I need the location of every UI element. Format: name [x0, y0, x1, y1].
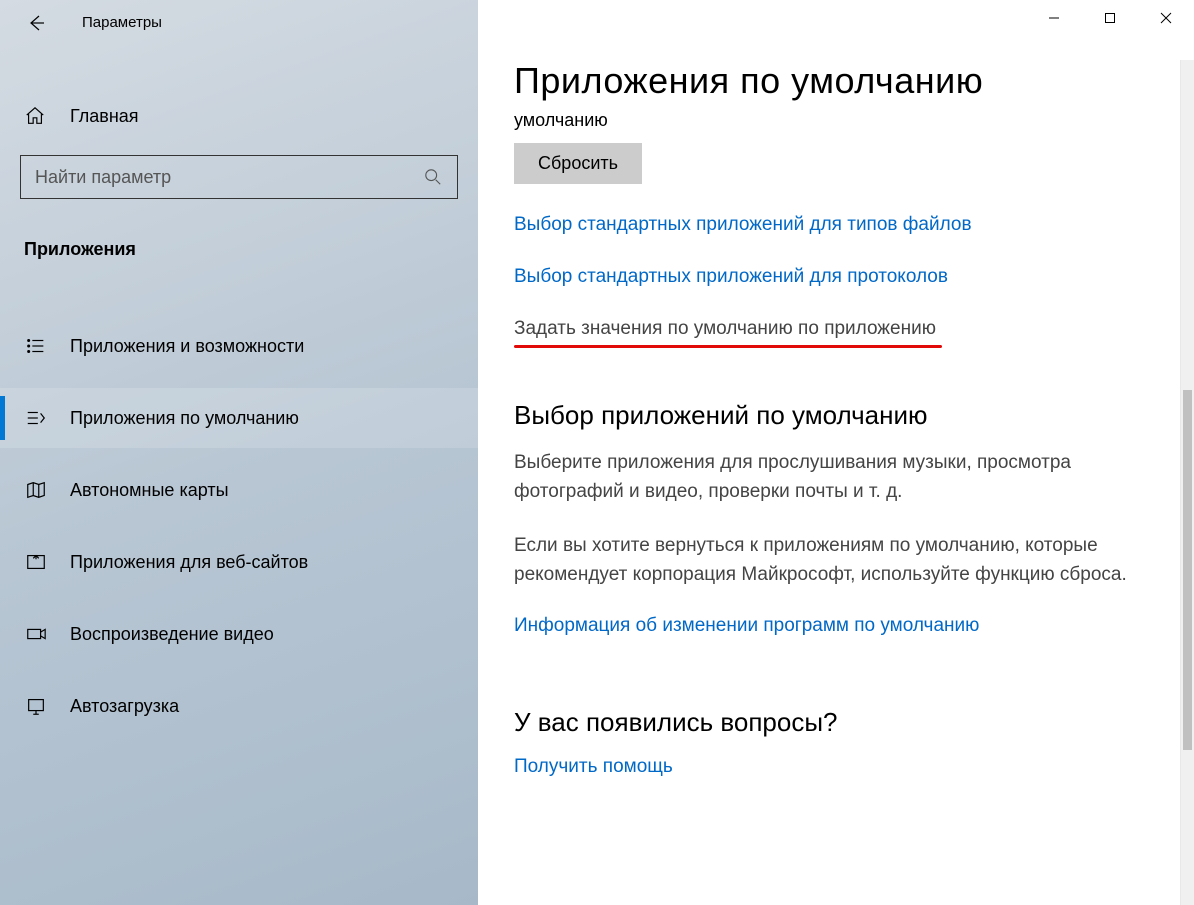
search-box[interactable]: [20, 155, 458, 199]
scrollbar-thumb[interactable]: [1183, 390, 1192, 750]
nav-item-web-apps[interactable]: Приложения для веб-сайтов: [0, 532, 478, 592]
nav-item-label: Приложения по умолчанию: [70, 408, 299, 429]
window-controls: [1026, 0, 1194, 36]
link-filetypes[interactable]: Выбор стандартных приложений для типов ф…: [514, 214, 972, 236]
link-by-app[interactable]: Задать значения по умолчанию по приложен…: [514, 318, 936, 339]
back-button[interactable]: [20, 7, 52, 39]
sidebar-header: Параметры: [0, 0, 478, 55]
close-button[interactable]: [1138, 0, 1194, 36]
nav-item-apps-features[interactable]: Приложения и возможности: [0, 316, 478, 376]
reset-button[interactable]: Сбросить: [514, 143, 642, 184]
content-area: Приложения по умолчанию умолчанию Сброси…: [478, 0, 1194, 905]
search-input[interactable]: [33, 166, 421, 189]
web-apps-icon: [24, 551, 48, 573]
home-icon: [24, 105, 48, 127]
section-questions-title: У вас появились вопросы?: [514, 707, 1164, 738]
nav-item-label: Автономные карты: [70, 480, 229, 501]
nav-item-default-apps[interactable]: Приложения по умолчанию: [0, 388, 478, 448]
header-title: Параметры: [82, 14, 162, 31]
nav-item-label: Воспроизведение видео: [70, 624, 274, 645]
link-info-changing[interactable]: Информация об изменении программ по умол…: [514, 615, 979, 637]
maximize-button[interactable]: [1082, 0, 1138, 36]
nav-item-label: Приложения для веб-сайтов: [70, 552, 308, 573]
sidebar: Параметры Главная Приложения: [0, 0, 478, 905]
nav-item-startup[interactable]: Автозагрузка: [0, 676, 478, 736]
link-get-help[interactable]: Получить помощь: [514, 756, 673, 778]
link-protocols[interactable]: Выбор стандартных приложений для протоко…: [514, 266, 948, 288]
search-icon: [421, 168, 445, 186]
annotation-underline: [514, 345, 942, 348]
fragment-text: умолчанию: [514, 110, 1164, 131]
nav-item-label: Автозагрузка: [70, 696, 179, 717]
settings-window: Параметры Главная Приложения: [0, 0, 1194, 905]
defaults-icon: [24, 407, 48, 429]
startup-icon: [24, 695, 48, 717]
section-choose-p2: Если вы хотите вернуться к приложениям п…: [514, 532, 1154, 589]
search-wrap: [20, 155, 458, 199]
video-icon: [24, 623, 48, 645]
nav-item-offline-maps[interactable]: Автономные карты: [0, 460, 478, 520]
section-choose-p1: Выберите приложения для прослушивания му…: [514, 449, 1154, 506]
home-row[interactable]: Главная: [0, 95, 478, 137]
section-choose-title: Выбор приложений по умолчанию: [514, 400, 1164, 431]
nav-list: Приложения и возможности Приложения по у…: [0, 316, 478, 736]
map-icon: [24, 479, 48, 501]
page-title: Приложения по умолчанию: [514, 60, 1164, 102]
scrollbar[interactable]: [1180, 60, 1194, 905]
list-icon: [24, 335, 48, 357]
home-label: Главная: [70, 106, 139, 127]
link-by-app-wrap: Задать значения по умолчанию по приложен…: [514, 318, 936, 340]
minimize-button[interactable]: [1026, 0, 1082, 36]
nav-group-title: Приложения: [24, 239, 478, 260]
nav-item-label: Приложения и возможности: [70, 336, 304, 357]
nav-item-video-playback[interactable]: Воспроизведение видео: [0, 604, 478, 664]
